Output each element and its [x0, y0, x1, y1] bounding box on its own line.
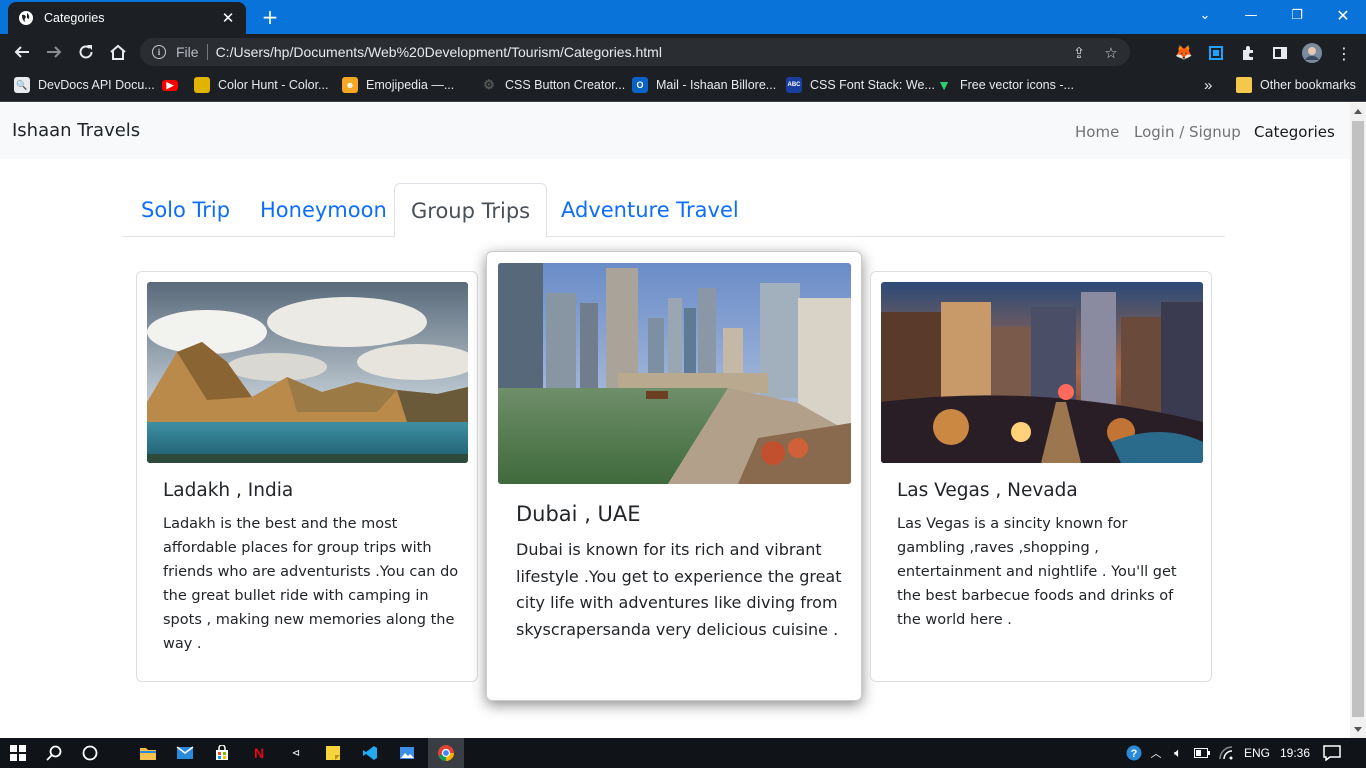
cssfontstack-icon: ABC [786, 77, 802, 93]
sticky-notes-icon[interactable] [323, 743, 343, 763]
chrome-icon[interactable] [436, 743, 456, 763]
notification-center-icon[interactable] [1322, 743, 1342, 763]
extensions-puzzle-icon[interactable] [1238, 43, 1258, 63]
bookmark-item[interactable]: ☻ Emojipedia —... [342, 76, 454, 94]
bookmark-item[interactable]: 🔍 DevDocs API Docu... [14, 76, 155, 94]
bookmark-item[interactable]: O Mail - Ishaan Billore... [632, 76, 776, 94]
outlook-icon: O [632, 77, 648, 93]
nav-link-categories[interactable]: Categories [1254, 123, 1335, 141]
profile-avatar-icon[interactable] [1302, 43, 1322, 63]
address-separator [206, 44, 208, 60]
page-scrollbar[interactable] [1350, 103, 1366, 738]
trip-card-dubai[interactable]: Dubai , UAE Dubai is known for its rich … [486, 251, 862, 701]
media-player-icon[interactable]: ⊲ [286, 743, 306, 763]
reload-icon[interactable] [74, 40, 98, 64]
home-icon[interactable] [106, 40, 130, 64]
tab-search-icon[interactable]: ⌄ [1182, 0, 1228, 30]
dubai-marina-image [498, 263, 851, 484]
youtube-icon: ▶ [162, 79, 178, 91]
battery-icon[interactable] [1192, 743, 1212, 763]
emojipedia-icon: ☻ [342, 77, 358, 93]
card-text: Ladakh is the best and the most affordab… [163, 516, 459, 652]
bookmark-item[interactable]: ABC CSS Font Stack: We... [786, 76, 935, 94]
tab-solo-trip[interactable]: Solo Trip [125, 183, 246, 237]
scroll-up-arrow-icon[interactable] [1354, 109, 1362, 114]
windows-taskbar: N ⊲ ? ︿ 🔈︎ ENG 19:36 [0, 738, 1366, 768]
netflix-icon[interactable]: N [249, 743, 269, 763]
gear-icon: ⚙ [483, 77, 495, 92]
scrollbar-thumb[interactable] [1352, 121, 1364, 717]
windows-start-icon[interactable] [8, 743, 28, 763]
category-tabs: Solo Trip Honeymoon Group Trips Adventur… [123, 183, 1225, 238]
photos-icon[interactable] [397, 743, 417, 763]
mountain-lake-image [147, 282, 468, 463]
devdocs-icon: 🔍 [14, 77, 30, 93]
close-window-button[interactable]: ✕ [1320, 0, 1366, 30]
bookmark-item[interactable]: ▼ Free vector icons -... [936, 76, 1074, 94]
site-brand[interactable]: Ishaan Travels [12, 120, 140, 141]
browser-tab[interactable]: Categories ✕ [8, 2, 246, 34]
minimize-button[interactable]: — [1228, 0, 1274, 30]
new-tab-button[interactable]: + [258, 5, 282, 29]
scroll-down-arrow-icon[interactable] [1354, 727, 1362, 732]
trip-card-ladakh[interactable]: Ladakh , India Ladakh is the best and th… [136, 271, 478, 682]
browser-title-bar: Categories ✕ + ⌄ — ❐ ✕ [0, 0, 1366, 34]
bookmark-item[interactable]: ▶ [162, 76, 186, 94]
nav-link-login-signup[interactable]: Login / Signup [1134, 123, 1241, 141]
card-text: Las Vegas is a sincity known for gamblin… [897, 516, 1177, 628]
chevron-up-icon[interactable]: ︿ [1146, 743, 1166, 763]
search-icon[interactable] [44, 743, 64, 763]
card-title: Dubai , UAE [516, 502, 641, 526]
bookmark-star-icon[interactable]: ☆ [1102, 44, 1120, 62]
screen-capture-extension-icon[interactable] [1206, 43, 1226, 63]
browser-menu-icon[interactable]: ⋮ [1334, 43, 1354, 63]
volume-icon[interactable]: 🔈︎ [1168, 743, 1188, 763]
share-icon[interactable]: ⇪ [1070, 44, 1088, 62]
other-bookmarks-folder[interactable]: Other bookmarks [1236, 76, 1356, 94]
more-bookmarks-button[interactable]: » [1204, 76, 1212, 94]
metamask-extension-icon[interactable]: 🦊 [1174, 43, 1194, 63]
web-page: Ishaan Travels Home Login / Signup Categ… [0, 103, 1350, 738]
bookmark-item[interactable]: ⚙ CSS Button Creator... [481, 76, 625, 94]
tab-adventure-travel[interactable]: Adventure Travel [545, 183, 755, 237]
nav-link-home[interactable]: Home [1075, 123, 1119, 141]
site-info-icon[interactable]: i [152, 45, 166, 59]
mail-icon[interactable] [175, 743, 195, 763]
language-indicator[interactable]: ENG [1244, 746, 1270, 760]
folder-icon [1236, 77, 1252, 93]
card-title: Las Vegas , Nevada [897, 480, 1078, 501]
vector-icon: ▼ [937, 77, 951, 93]
bookmark-item[interactable]: Color Hunt - Color... [194, 76, 328, 94]
store-icon[interactable] [212, 743, 232, 763]
globe-icon [19, 11, 33, 25]
vscode-icon[interactable] [360, 743, 380, 763]
restore-button[interactable]: ❐ [1274, 0, 1320, 30]
las-vegas-night-image [881, 282, 1203, 463]
back-icon[interactable] [10, 40, 34, 64]
url-text[interactable]: C:/Users/hp/Documents/Web%20Development/… [216, 44, 662, 60]
file-explorer-icon[interactable] [138, 743, 158, 763]
svg-text:?: ? [1131, 748, 1138, 760]
tab-group-trips[interactable]: Group Trips [394, 183, 548, 238]
close-tab-icon[interactable]: ✕ [220, 9, 236, 27]
cortana-icon[interactable] [80, 743, 100, 763]
colorhunt-icon [194, 77, 210, 93]
side-panel-icon[interactable] [1270, 43, 1290, 63]
tab-title: Categories [44, 11, 105, 25]
system-clock[interactable]: 19:36 [1280, 746, 1310, 760]
address-bar[interactable]: i File C:/Users/hp/Documents/Web%20Devel… [140, 38, 1130, 66]
trip-card-las-vegas[interactable]: Las Vegas , Nevada Las Vegas is a sincit… [870, 271, 1212, 682]
forward-icon[interactable] [42, 40, 66, 64]
help-icon[interactable]: ? [1124, 743, 1144, 763]
card-text: Dubai is known for its rich and vibrant … [516, 540, 842, 639]
url-scheme-label: File [176, 44, 199, 60]
tab-honeymoon[interactable]: Honeymoon [244, 183, 403, 237]
wifi-icon[interactable] [1216, 743, 1236, 763]
card-title: Ladakh , India [163, 480, 294, 501]
site-navbar: Ishaan Travels Home Login / Signup Categ… [0, 103, 1350, 159]
